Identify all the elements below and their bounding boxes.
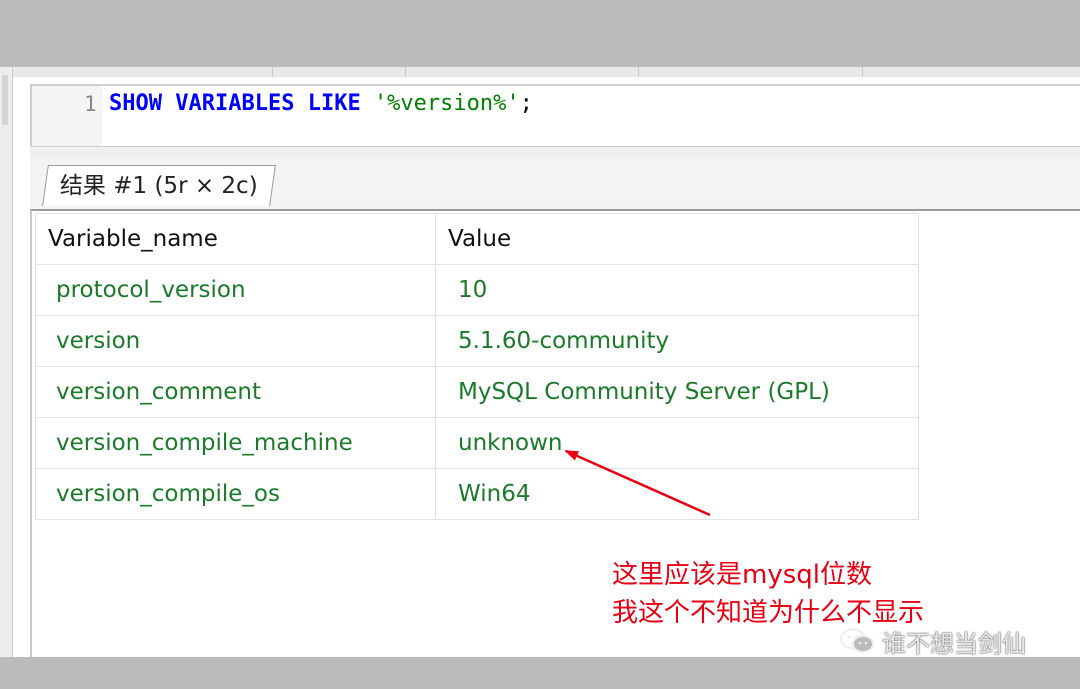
tab-result-1[interactable]: 结果 #1 (5r × 2c) [42, 165, 276, 206]
tab-result-1-label: 结果 #1 (5r × 2c) [59, 173, 258, 199]
line-number: 1 [84, 92, 97, 116]
wechat-icon [840, 628, 874, 653]
cell-variable-name[interactable]: protocol_version [35, 264, 436, 316]
sql-terminator: ; [519, 91, 533, 116]
cell-variable-name[interactable]: version [35, 315, 436, 367]
tab-divider [272, 67, 273, 77]
table-row[interactable]: version_compile_os Win64 [35, 468, 919, 520]
cell-variable-name[interactable]: version_compile_machine [35, 417, 436, 469]
line-gutter: 1 [32, 86, 102, 148]
left-panel-scroll[interactable] [2, 75, 8, 125]
sql-string-literal: '%version%' [373, 91, 520, 116]
cell-value[interactable]: unknown [435, 417, 919, 469]
result-table: Variable_name Value protocol_version 10 … [35, 213, 919, 520]
red-annotation: 这里应该是mysql位数 我这个不知道为什么不显示 [612, 556, 924, 632]
left-panel-edge[interactable] [0, 67, 13, 657]
column-header-variable-name[interactable]: Variable_name [35, 213, 436, 265]
table-row[interactable]: version_comment MySQL Community Server (… [35, 366, 919, 418]
tab-divider [862, 67, 863, 77]
cell-value[interactable]: 5.1.60-community [435, 315, 919, 367]
table-row[interactable]: version_compile_machine unknown [35, 417, 919, 469]
sql-keyword-like: LIKE [307, 91, 361, 116]
tab-divider [405, 67, 406, 77]
watermark-text: 谁不想当剑仙 [882, 629, 1026, 658]
sql-keyword-show: SHOW [109, 91, 162, 116]
cell-value[interactable]: MySQL Community Server (GPL) [435, 366, 919, 418]
result-tab-bar: 结果 #1 (5r × 2c) [30, 158, 1080, 210]
watermark: 谁不想当剑仙 [838, 625, 1026, 658]
tab-divider [638, 67, 639, 77]
cell-variable-name[interactable]: version_compile_os [35, 468, 436, 520]
table-row[interactable]: protocol_version 10 [35, 264, 919, 316]
sql-keyword-variables: VARIABLES [175, 91, 295, 116]
column-header-value[interactable]: Value [435, 213, 919, 265]
sql-statement[interactable]: SHOW VARIABLES LIKE '%version%'; [109, 91, 533, 116]
annotation-line-1: 这里应该是mysql位数 [612, 560, 872, 590]
top-gray-bar [0, 0, 1080, 67]
cell-value[interactable]: Win64 [435, 468, 919, 520]
bottom-gray-bar [0, 657, 1080, 689]
cell-variable-name[interactable]: version_comment [35, 366, 436, 418]
cell-value[interactable]: 10 [435, 264, 919, 316]
sql-editor[interactable]: 1 SHOW VARIABLES LIKE '%version%'; [30, 84, 1080, 148]
table-row[interactable]: version 5.1.60-community [35, 315, 919, 367]
editor-tab-strip [0, 67, 1080, 77]
header-row: Variable_name Value [35, 213, 919, 265]
